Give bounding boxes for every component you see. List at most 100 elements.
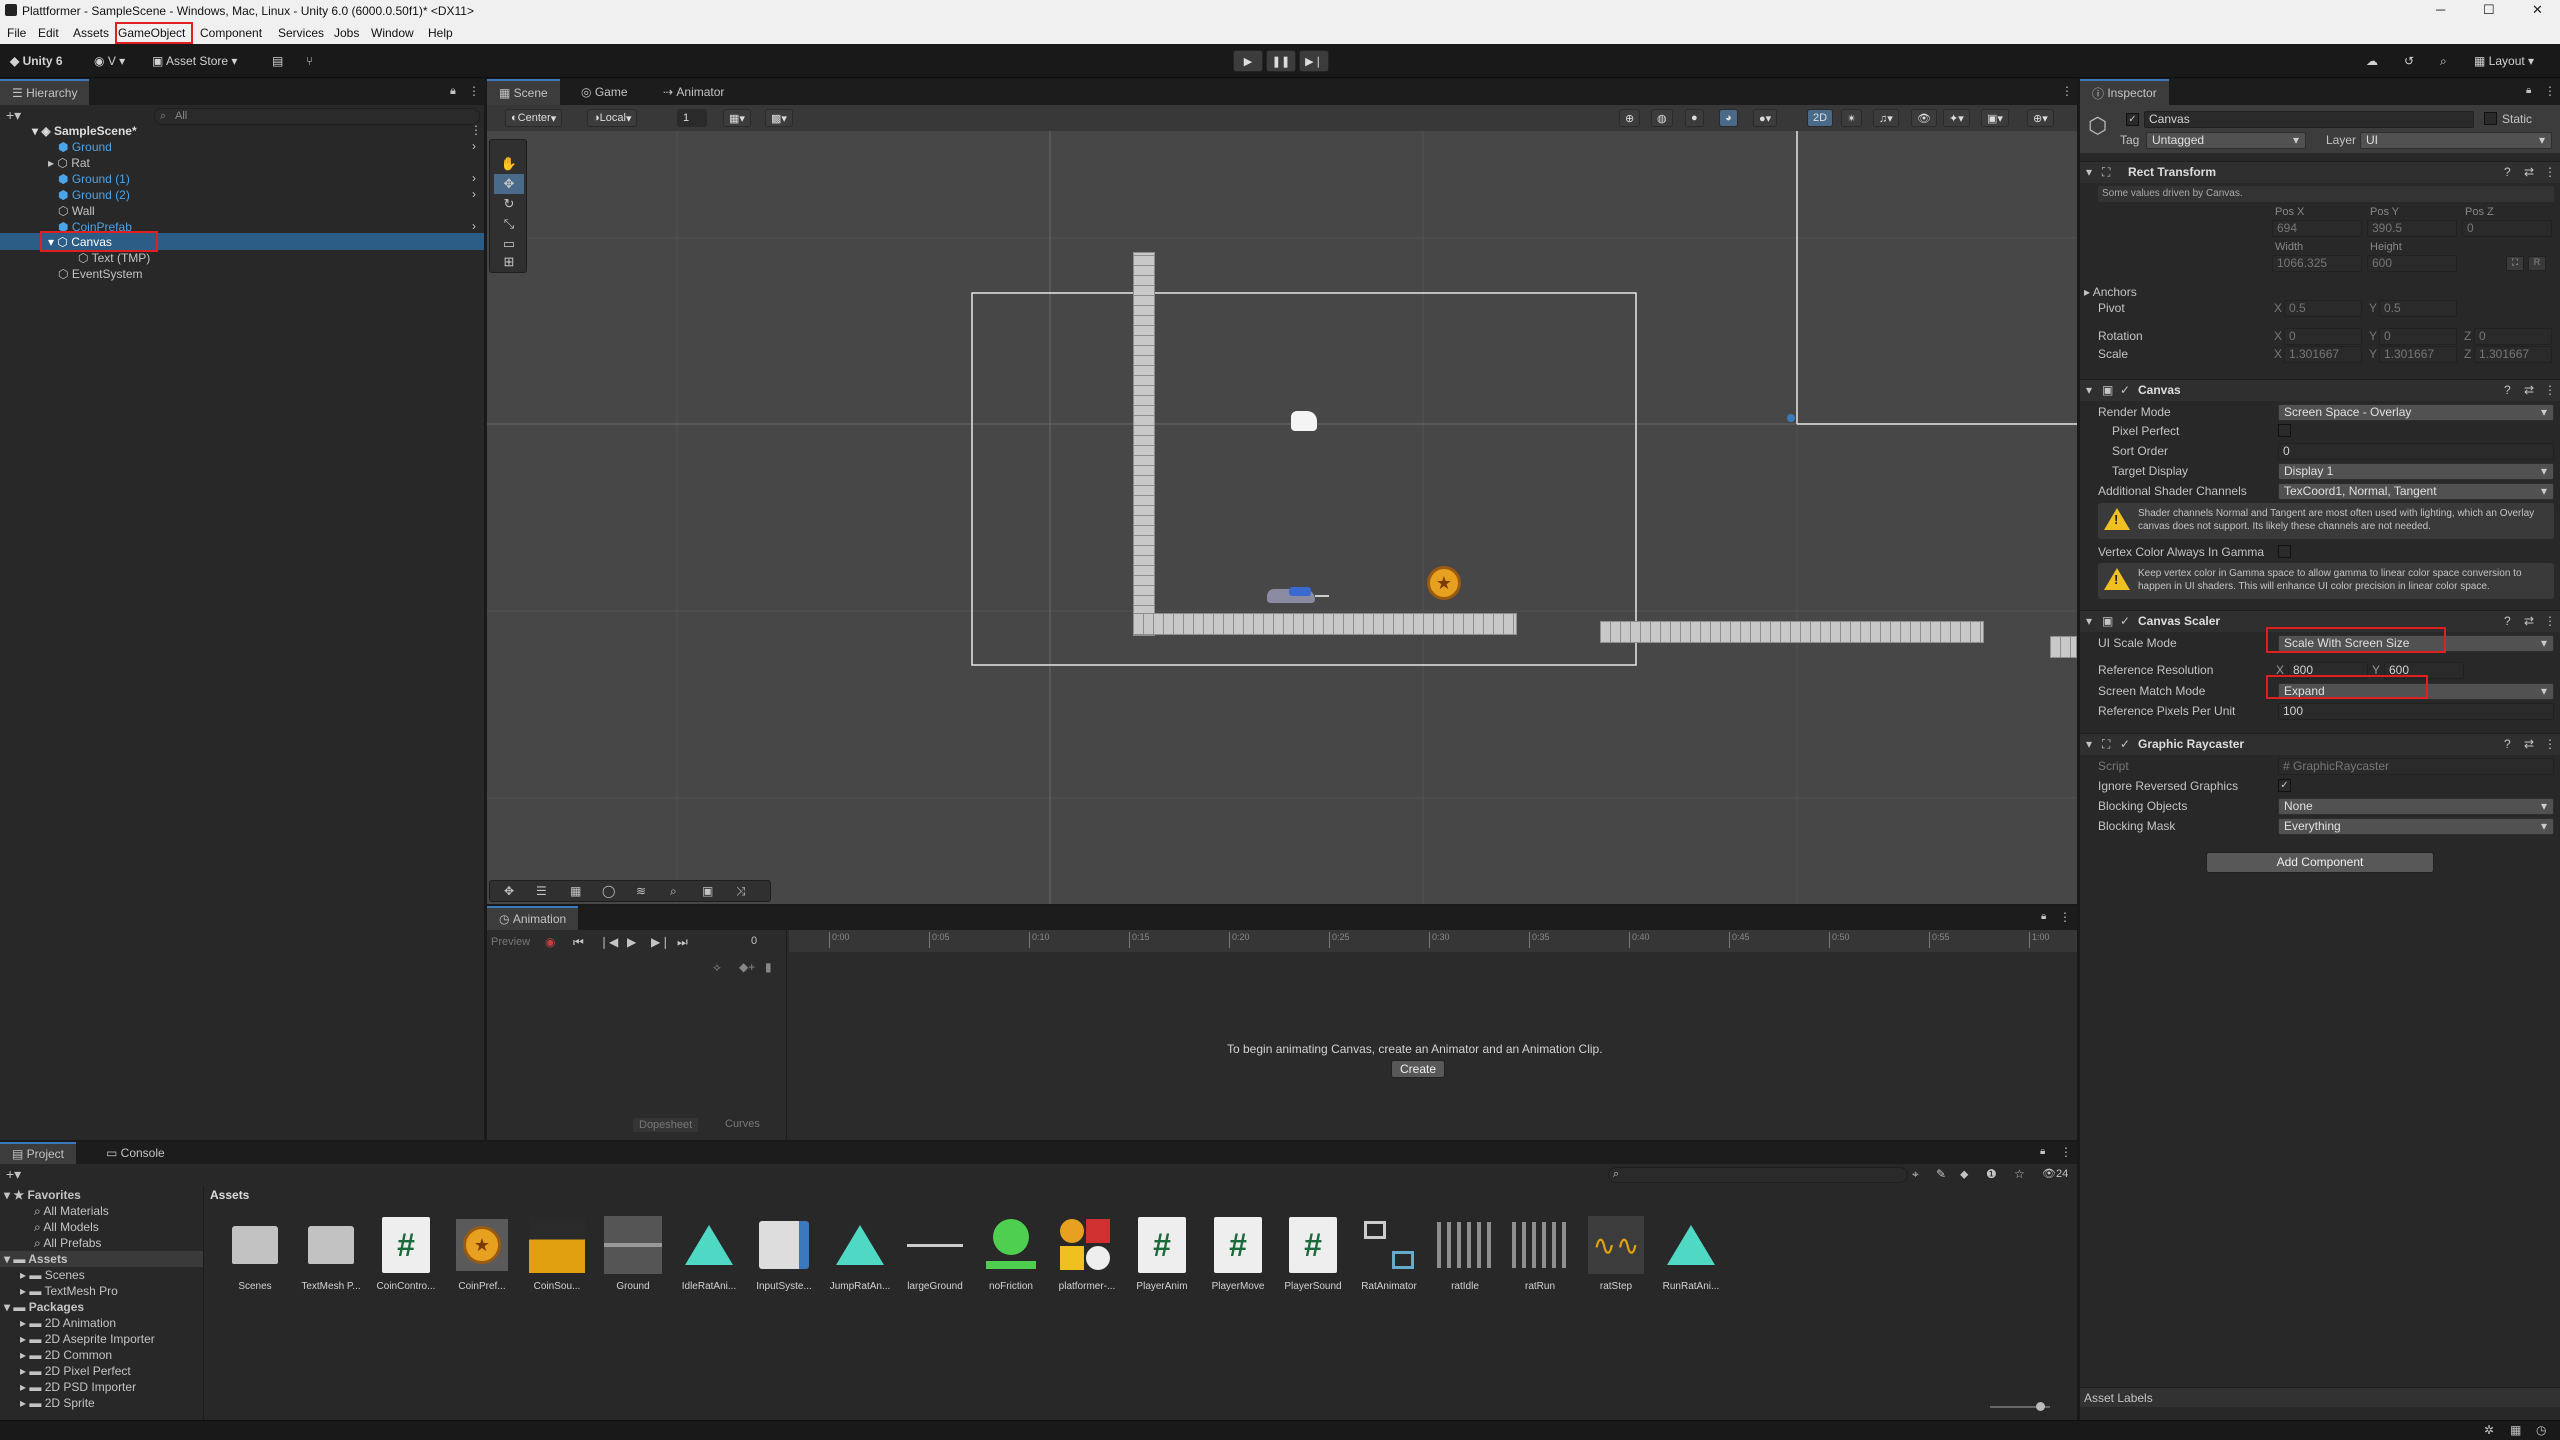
grid-size-input[interactable]: 1 xyxy=(677,109,707,127)
preset-icon[interactable]: ⇄ xyxy=(2524,165,2534,179)
reference-x-field[interactable]: 800 xyxy=(2288,662,2368,679)
asset-item[interactable]: JumpRatAn... xyxy=(825,1215,895,1292)
zoom-icon[interactable]: ⌕ xyxy=(670,884,677,899)
rotate-tool-icon[interactable]: ↻ xyxy=(494,194,524,214)
favorite-star-icon[interactable]: ☆ xyxy=(2014,1167,2025,1181)
account-button[interactable]: ◉ V ▾ xyxy=(94,54,125,68)
pivot-dropdown[interactable]: ◐ Center ▾ xyxy=(505,109,563,127)
curves-button[interactable]: Curves xyxy=(725,1118,760,1130)
effects-icon[interactable]: ✦▾ xyxy=(1943,109,1970,127)
tab-hierarchy[interactable]: ☰ Hierarchy xyxy=(0,79,90,105)
bug-icon[interactable]: ✲ xyxy=(2484,1423,2494,1437)
foldout-icon[interactable]: ▾ xyxy=(2086,383,2092,397)
project-search-input[interactable]: ⌕ xyxy=(1608,1167,1908,1183)
menu-component[interactable]: Component xyxy=(200,26,262,40)
layout-dropdown[interactable]: ▦ Layout ▾ xyxy=(2474,54,2534,68)
project-create-button[interactable]: +▾ xyxy=(6,1166,21,1183)
pivot-x-field[interactable]: 0.5 xyxy=(2284,300,2362,317)
static-checkbox[interactable] xyxy=(2484,112,2497,125)
asset-item[interactable]: # PlayerMove xyxy=(1203,1215,1273,1292)
asset-item[interactable]: ratIdle xyxy=(1430,1215,1500,1292)
rotation-x-field[interactable]: 0 xyxy=(2284,328,2362,345)
camera-icon[interactable]: ▣▾ xyxy=(1981,109,2009,127)
object-name-input[interactable]: Canvas xyxy=(2144,111,2474,128)
camera-gizmo-icon[interactable] xyxy=(1291,411,1317,431)
asset-labels-header[interactable]: Asset Labels xyxy=(2080,1387,2560,1407)
play-button[interactable]: ▶ xyxy=(1233,50,1263,72)
pivot-y-field[interactable]: 0.5 xyxy=(2379,300,2457,317)
lock-icon[interactable]: 🔒︎ xyxy=(2041,911,2046,922)
pause-button[interactable]: ❚❚ xyxy=(1266,50,1296,72)
asset-item[interactable]: # PlayerAnim xyxy=(1127,1215,1197,1292)
global-icon[interactable]: ⊕ xyxy=(1619,109,1641,127)
asset-store-button[interactable]: ▣ Asset Store ▾ xyxy=(152,54,237,68)
hierarchy-item-eventsystem[interactable]: ⬡ EventSystem xyxy=(58,266,143,282)
tile-palette-icon[interactable]: ✥ xyxy=(504,884,514,898)
next-key-icon[interactable]: ▶❘ xyxy=(651,935,670,949)
ground-1-object[interactable] xyxy=(1600,621,1984,643)
rect-transform-header[interactable]: ▾ ⛶ Rect Transform ? ⇄ ⋮ xyxy=(2080,161,2560,183)
package-2d-aseprite[interactable]: ▸ ▬ 2D Aseprite Importer xyxy=(20,1332,155,1346)
layers-icon[interactable]: ≋ xyxy=(636,884,646,898)
scene-canvas[interactable]: ★ ✋ ✥ ↻ ⤡ ▭ ⊞ ✥ ☰ ▦ ◯ ≋ ⌕ ▣ ⤨ xyxy=(487,131,2077,904)
asset-item[interactable]: InputSyste... xyxy=(749,1215,819,1292)
lock-icon[interactable]: 🔒︎ xyxy=(2040,1146,2045,1157)
anchors-foldout[interactable]: ▸ Anchors xyxy=(2084,285,2137,299)
ground-object[interactable] xyxy=(1133,613,1517,635)
assets-zoom-slider[interactable] xyxy=(1990,1402,2050,1411)
scale-z-field[interactable]: 1.301667 xyxy=(2474,346,2552,363)
render-mode-icon[interactable]: ●▾ xyxy=(1753,109,1778,127)
enabled-checkbox[interactable]: ✓ xyxy=(2120,383,2130,397)
last-key-icon[interactable]: ⏭ xyxy=(677,935,688,950)
hierarchy-item-ground-1[interactable]: ⬢ Ground (1) xyxy=(58,171,130,187)
canvas-scaler-header[interactable]: ▾ ▣ ✓ Canvas Scaler ? ⇄ ⋮ xyxy=(2080,610,2560,632)
fav-all-materials[interactable]: ⌕ All Materials xyxy=(34,1204,109,1219)
asset-item[interactable]: ★ CoinPref... xyxy=(447,1215,517,1292)
menu-jobs[interactable]: Jobs xyxy=(334,26,359,40)
asset-item[interactable]: ∿∿ ratStep xyxy=(1581,1215,1651,1292)
cloud-icon[interactable]: ☁ xyxy=(2366,54,2378,68)
move-tool-icon[interactable]: ✥ xyxy=(494,174,524,194)
asset-item[interactable]: noFriction xyxy=(976,1215,1046,1292)
target-display-dropdown[interactable]: Display 1 xyxy=(2278,463,2554,480)
package-2d-sprite[interactable]: ▸ ▬ 2D Sprite xyxy=(20,1396,95,1410)
width-field[interactable]: 1066.325 xyxy=(2272,255,2362,272)
asset-item[interactable]: RatAnimator xyxy=(1354,1215,1424,1292)
filter-type-icon[interactable]: ⌖ xyxy=(1912,1167,1919,1182)
asset-item[interactable]: ratRun xyxy=(1505,1215,1575,1292)
packages-root[interactable]: ▾ ▬ Packages xyxy=(4,1300,84,1314)
preset-icon[interactable]: ⇄ xyxy=(2524,383,2534,397)
rect-tool-icon[interactable]: ▭ xyxy=(494,234,524,254)
folder-textmesh-pro[interactable]: ▸ ▬ TextMesh Pro xyxy=(20,1284,118,1298)
prev-key-icon[interactable]: ❘◀ xyxy=(599,935,618,949)
view-options-icon[interactable]: ▣ xyxy=(702,884,713,898)
favorites-header[interactable]: ▾ ★ Favorites xyxy=(4,1188,81,1202)
more-icon[interactable]: ⋮ xyxy=(2544,737,2556,751)
chevron-right-icon[interactable]: › xyxy=(472,139,476,153)
fav-all-prefabs[interactable]: ⌕ All Prefabs xyxy=(34,1236,101,1251)
filter-label-icon[interactable]: ✎ xyxy=(1936,1167,1946,1181)
tab-animation[interactable]: ◷ Animation xyxy=(487,906,579,930)
graphic-raycaster-header[interactable]: ▾ ⛶ ✓ Graphic Raycaster ? ⇄ ⋮ xyxy=(2080,733,2560,755)
history-icon[interactable]: ↺ xyxy=(2404,54,2414,68)
preset-icon[interactable]: ⇄ xyxy=(2524,614,2534,628)
progress-icon[interactable]: ◷ xyxy=(2536,1423,2546,1437)
help-icon[interactable]: ? xyxy=(2504,737,2511,751)
pixels-per-unit-field[interactable]: 100 xyxy=(2278,703,2554,720)
tag-icon[interactable]: ⬥ xyxy=(1960,1167,1968,1182)
create-animation-button[interactable]: Create xyxy=(1391,1060,1446,1078)
hierarchy-item-text-tmp[interactable]: ⬡ Text (TMP) xyxy=(78,250,150,266)
assets-root[interactable]: ▾ ▬ Assets xyxy=(4,1252,68,1266)
pos-y-field[interactable]: 390.5 xyxy=(2367,220,2457,237)
more-icon[interactable]: ⋮ xyxy=(2544,614,2556,628)
foldout-icon[interactable]: ▾ xyxy=(2086,737,2092,751)
blocking-objects-dropdown[interactable]: None xyxy=(2278,798,2554,815)
tag-dropdown[interactable]: Untagged xyxy=(2146,132,2306,149)
menu-assets[interactable]: Assets xyxy=(73,26,109,40)
first-key-icon[interactable]: ⏮ xyxy=(573,935,584,950)
active-checkbox[interactable]: ✓ xyxy=(2126,113,2139,126)
tab-project[interactable]: ▤ Project xyxy=(0,1142,77,1164)
height-field[interactable]: 600 xyxy=(2367,255,2457,272)
foldout-icon[interactable]: ▾ xyxy=(2086,165,2092,179)
more-icon[interactable]: ⋮ xyxy=(2544,383,2556,397)
